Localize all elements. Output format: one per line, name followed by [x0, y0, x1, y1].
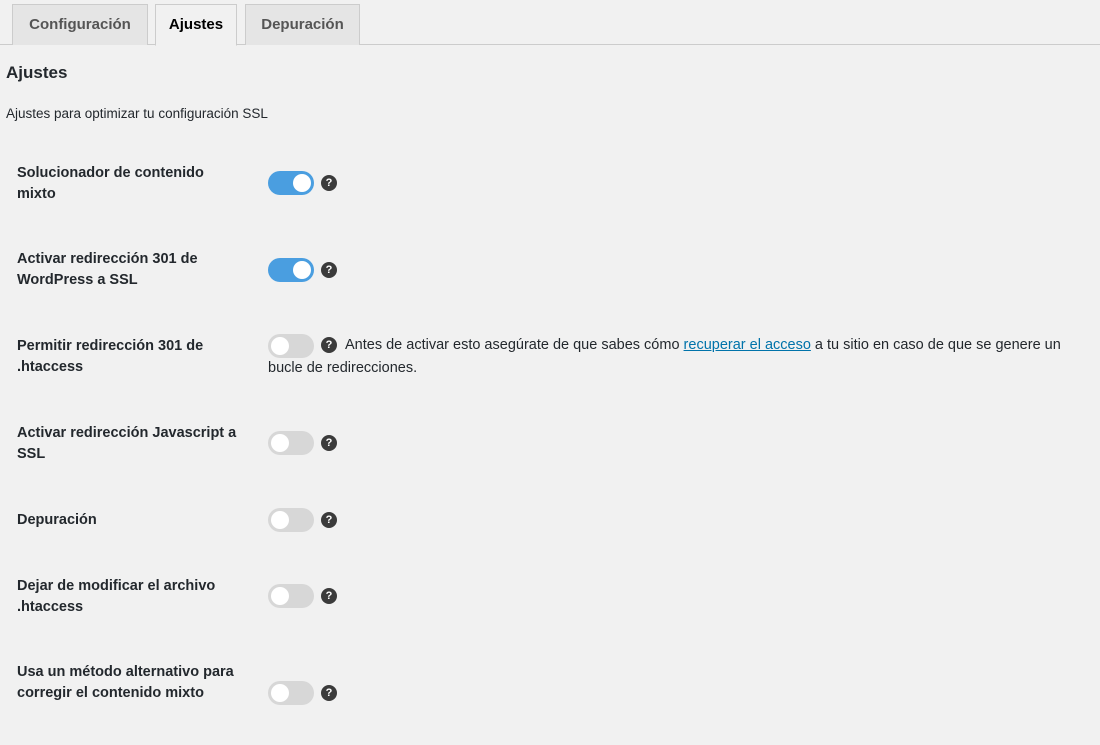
toggle-knob	[271, 587, 289, 605]
section-description: Ajustes para optimizar tu configuración …	[6, 106, 268, 121]
tab-depuracion[interactable]: Depuración	[245, 4, 360, 45]
toggle-debug[interactable]	[268, 508, 314, 532]
note-text-before: Antes de activar esto asegúrate de que s…	[345, 337, 684, 353]
toggle-knob	[271, 434, 289, 452]
toggle-js-redirect[interactable]	[268, 431, 314, 455]
setting-label-js-redirect: Activar redirección Javascript a SSL	[17, 425, 237, 462]
toggle-knob	[293, 261, 311, 279]
setting-label-mixed-content: Solucionador de contenido mixto	[17, 165, 204, 202]
toggle-wp-301-redirect[interactable]	[268, 258, 314, 282]
toggle-knob	[293, 174, 311, 192]
toggle-knob	[271, 511, 289, 529]
setting-label-wp-301-redirect: Activar redirección 301 de WordPress a S…	[17, 251, 198, 288]
help-icon[interactable]: ?	[321, 175, 337, 191]
tab-configuracion[interactable]: Configuración	[12, 4, 148, 45]
tab-ajustes[interactable]: Ajustes	[155, 4, 237, 46]
toggle-alt-mixed-content[interactable]	[268, 681, 314, 705]
setting-label-debug: Depuración	[17, 512, 97, 528]
section-title: Ajustes	[6, 63, 68, 82]
setting-label-stop-htaccess-edit: Dejar de modificar el archivo .htaccess	[17, 578, 216, 615]
htaccess-warning-note: Antes de activar esto asegúrate de que s…	[268, 334, 1093, 380]
help-icon[interactable]: ?	[321, 435, 337, 451]
setting-label-alt-mixed-content: Usa un método alternativo para corregir …	[17, 664, 234, 701]
help-icon[interactable]: ?	[321, 588, 337, 604]
toggle-stop-htaccess-edit[interactable]	[268, 584, 314, 608]
tab-bar: Configuración Ajustes Depuración	[0, 0, 1100, 46]
toggle-knob	[271, 684, 289, 702]
help-icon[interactable]: ?	[321, 512, 337, 528]
toggle-mixed-content[interactable]	[268, 171, 314, 195]
recover-access-link[interactable]: recuperar el acceso	[684, 337, 811, 353]
setting-label-htaccess-301-redirect: Permitir redirección 301 de .htaccess	[17, 338, 204, 375]
help-icon[interactable]: ?	[321, 685, 337, 701]
help-icon[interactable]: ?	[321, 262, 337, 278]
